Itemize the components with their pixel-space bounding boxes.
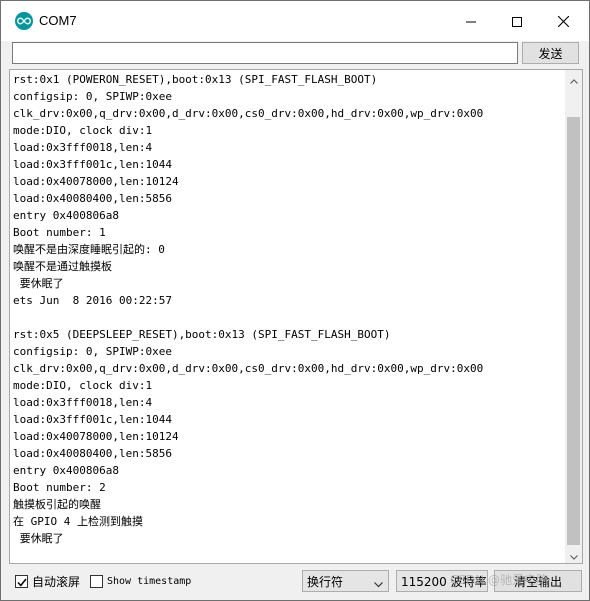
autoscroll-checkbox-box[interactable] [15, 572, 28, 591]
log-line: load:0x3fff0018,len:4 [13, 396, 153, 409]
log-line: load:0x40080400,len:5856 [13, 192, 172, 205]
scroll-down-button[interactable] [565, 546, 582, 563]
title-bar: COM7 [1, 1, 589, 41]
close-icon [557, 12, 569, 31]
clear-output-button[interactable]: 清空输出 [494, 570, 582, 592]
log-line: load:0x40078000,len:10124 [13, 430, 179, 443]
serial-output[interactable]: rst:0x1 (POWERON_RESET),boot:0x13 (SPI_F… [9, 69, 583, 564]
minimize-icon [466, 12, 476, 31]
timestamp-checkbox[interactable]: Show timestamp [90, 572, 191, 590]
close-button[interactable] [540, 1, 586, 41]
scroll-up-button[interactable] [565, 70, 582, 87]
log-line: load:0x40080400,len:5856 [13, 447, 172, 460]
log-line: rst:0x1 (POWERON_RESET),boot:0x13 (SPI_F… [13, 73, 378, 86]
log-line: mode:DIO, clock div:1 [13, 124, 153, 137]
chevron-down-icon [374, 577, 383, 591]
log-line: 触摸板引起的唤醒 [13, 498, 101, 511]
log-text: rst:0x1 (POWERON_RESET),boot:0x13 (SPI_F… [13, 71, 565, 547]
minimize-button[interactable] [448, 1, 494, 41]
log-line: configsip: 0, SPIWP:0xee [13, 345, 172, 358]
log-line: clk_drv:0x00,q_drv:0x00,d_drv:0x00,cs0_d… [13, 107, 484, 120]
status-bar: 自动滚屏 Show timestamp 换行符 115200 波特率 清空输出 [1, 567, 589, 597]
timestamp-label: Show timestamp [107, 575, 192, 587]
check-icon [16, 572, 27, 591]
send-button[interactable]: 发送 [522, 42, 579, 64]
baud-rate-select[interactable]: 115200 波特率 [396, 570, 488, 592]
chevron-up-icon [569, 70, 578, 88]
log-line: 要休眠了 [13, 532, 64, 545]
maximize-button[interactable] [494, 1, 540, 41]
baud-rate-value: 115200 波特率 [401, 574, 487, 589]
log-line: load:0x3fff0018,len:4 [13, 141, 153, 154]
log-line: 在 GPIO 4 上检测到触摸 [13, 515, 143, 528]
scroll-thumb[interactable] [567, 117, 580, 545]
window-title: COM7 [39, 13, 77, 28]
serial-monitor-window: COM7 发送 rst:0x1 (POWERON_RESET),boot:0x1… [0, 0, 590, 601]
send-row: 发送 [1, 41, 589, 67]
log-line: load:0x40078000,len:10124 [13, 175, 179, 188]
log-line: 唤醒不是通过触摸板 [13, 260, 112, 273]
autoscroll-label: 自动滚屏 [32, 574, 81, 589]
log-line: 要休眠了 [13, 277, 64, 290]
log-line: Boot number: 1 [13, 226, 106, 239]
autoscroll-checkbox[interactable]: 自动滚屏 [15, 572, 80, 590]
log-line: load:0x3fff001c,len:1044 [13, 158, 172, 171]
log-line: rst:0x5 (DEEPSLEEP_RESET),boot:0x13 (SPI… [13, 328, 391, 341]
vertical-scrollbar[interactable] [565, 70, 582, 563]
arduino-icon [15, 12, 33, 30]
log-line: ets Jun 8 2016 00:22:57 [13, 294, 172, 307]
maximize-icon [512, 12, 522, 31]
timestamp-checkbox-box[interactable] [90, 574, 103, 588]
line-ending-select[interactable]: 换行符 [302, 570, 389, 592]
chevron-down-icon [569, 545, 578, 563]
log-line: 唤醒不是由深度睡眠引起的: 0 [13, 243, 165, 256]
log-line: mode:DIO, clock div:1 [13, 379, 153, 392]
log-line: configsip: 0, SPIWP:0xee [13, 90, 172, 103]
log-line: entry 0x400806a8 [13, 209, 119, 222]
log-line: clk_drv:0x00,q_drv:0x00,d_drv:0x00,cs0_d… [13, 362, 484, 375]
log-line: Boot number: 2 [13, 481, 106, 494]
log-line: load:0x3fff001c,len:1044 [13, 413, 172, 426]
log-line: entry 0x400806a8 [13, 464, 119, 477]
line-ending-value: 换行符 [307, 574, 344, 589]
send-input[interactable] [12, 42, 518, 64]
